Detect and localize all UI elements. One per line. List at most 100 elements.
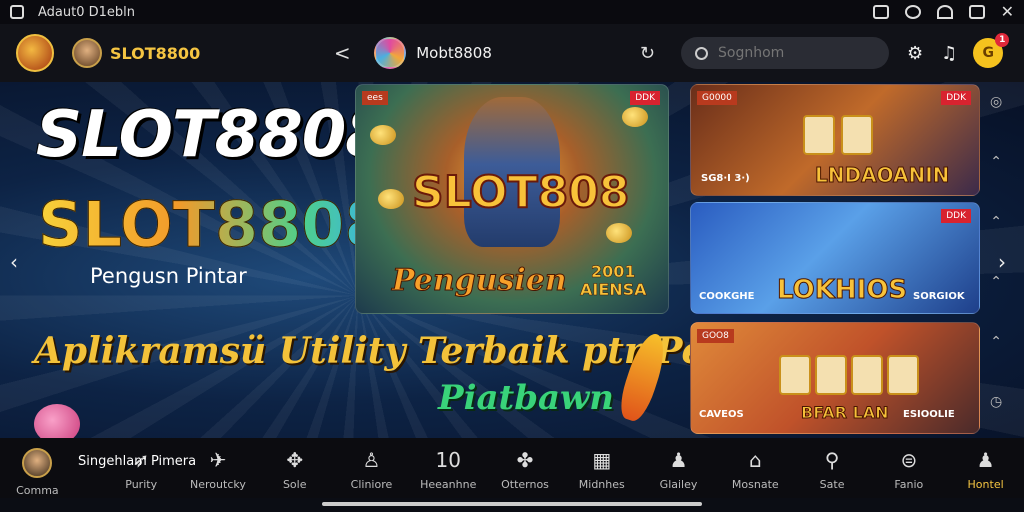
search-box[interactable] (681, 37, 889, 69)
nav-item-glailey[interactable]: ♟ Glailey (640, 448, 717, 491)
carousel-prev-icon[interactable]: ‹ (10, 250, 18, 274)
user-icon: ♙ (362, 448, 381, 472)
search-input[interactable] (718, 45, 868, 61)
status-bar: Adaut0 D1ebln ✕ (0, 0, 1024, 24)
share-icon[interactable]: < (332, 41, 352, 65)
chevron-up-icon[interactable]: ⌃ (990, 214, 1002, 230)
house-icon: ⌂ (748, 448, 762, 472)
coin-decoration (622, 107, 648, 127)
chat-icon: ♟ (669, 448, 688, 472)
notification-badge: 1 (995, 33, 1010, 47)
card-extra-line: AIENSA (580, 280, 647, 299)
wifi-icon[interactable] (936, 5, 953, 19)
profile-icon: ♟ (976, 448, 995, 472)
side-controls: ◎ ⌃ ⌃ ⌃ ⌃ ◷ (990, 94, 1002, 410)
promo-text: Singehlam Pimera (78, 454, 197, 469)
logo-icon[interactable] (16, 34, 54, 72)
site-logo-icon[interactable] (374, 37, 407, 69)
slot-reel (851, 355, 883, 395)
nav-item-fanio[interactable]: ⊜ Fanio (870, 448, 947, 491)
nav-item-mosnate[interactable]: ⌂ Mosnate (717, 448, 794, 491)
card-tag: GOO8 (697, 329, 734, 343)
card-tag: ees (362, 91, 388, 105)
card-title: LNDAOANIN (814, 163, 950, 188)
settings-icon[interactable]: ⚙ (907, 43, 923, 64)
search-icon (695, 46, 708, 60)
nav-label: Purity (125, 478, 158, 491)
clock-icon[interactable] (904, 5, 921, 19)
nav-item-sole[interactable]: ✥ Sole (256, 448, 333, 491)
nav-label: Neroutcky (190, 478, 246, 491)
coin-decoration (370, 125, 396, 145)
slot-reel (815, 355, 847, 395)
game-card-3[interactable]: GOO8 BFAR LAN CAVEOS ESIOOLIE (690, 322, 980, 434)
card-extra: 2001 AIENSA (580, 262, 647, 299)
maximize-icon[interactable] (968, 5, 985, 19)
hero-title: SLOT8808 (36, 98, 390, 172)
hero-tag: Pengusn Pintar (90, 264, 247, 288)
nav-item-midnhes[interactable]: ▦ Midnhes (563, 448, 640, 491)
nav-item-hontel[interactable]: ♟ Hontel (947, 448, 1024, 491)
hero-banner[interactable]: SLOT8808 SLOT8808 Pengusn Pintar Aplikra… (0, 82, 1024, 438)
nav-label: Sate (819, 478, 845, 491)
system-icons: ✕ (872, 4, 1014, 20)
chevron-up-icon[interactable]: ⌃ (990, 334, 1002, 350)
nav-item-heeanhne[interactable]: 10 Heeanhne (410, 448, 487, 491)
game-card-1[interactable]: G0000 DDK LNDAOANIN SG8·I 3·) (690, 84, 980, 196)
refresh-icon[interactable]: ↻ (640, 43, 655, 64)
nav-label: Midnhes (578, 478, 625, 491)
nav-label: Cliniore (350, 478, 393, 491)
nav-item-cliniore[interactable]: ♙ Cliniore (333, 448, 410, 491)
game-card-2[interactable]: DDK LOKHIOS COOKGHE SORGIOK (690, 202, 980, 314)
card-title: LOKHIOS (776, 275, 908, 306)
site-name[interactable]: Mobt8808 (416, 44, 492, 62)
coin-decoration (378, 189, 404, 209)
nav-item-otternos[interactable]: ✤ Otternos (487, 448, 564, 491)
app-icon (10, 5, 24, 19)
search-icon: ⚲ (824, 448, 840, 472)
grid-icon: ▦ (592, 448, 612, 472)
card-small-text: SG8·I 3·) (701, 173, 750, 184)
decoration-ball (34, 404, 80, 438)
nav-label: Mosnate (731, 478, 779, 491)
avatar[interactable] (72, 38, 102, 68)
hot-tag: DDK (941, 209, 971, 223)
home-indicator[interactable] (322, 502, 702, 506)
chevron-up-icon[interactable]: ⌃ (990, 274, 1002, 290)
coin-decoration (606, 223, 632, 243)
coin-button[interactable]: G 1 (973, 33, 1010, 68)
window-title: Adaut0 D1ebln (38, 4, 136, 20)
bell-icon[interactable]: ♫ (941, 43, 957, 64)
brand-name[interactable]: SLOT8800 (110, 44, 200, 63)
close-icon[interactable]: ✕ (1001, 4, 1014, 20)
chevron-up-icon[interactable]: ⌃ (990, 154, 1002, 170)
slot-reel (803, 115, 835, 155)
nav-label: Glailey (659, 478, 698, 491)
clock-icon[interactable]: ◷ (990, 394, 1002, 410)
nav-item-comma[interactable]: Comma (0, 448, 75, 497)
nav-item-sate[interactable]: ⚲ Sate (794, 448, 871, 491)
nav-label: Comma (16, 484, 59, 497)
settings-icon[interactable]: ◎ (990, 94, 1002, 110)
hero-tagline-second: Piatbawn (438, 378, 615, 418)
nav-label: Fanio (894, 478, 924, 491)
nav-label: Hontel (967, 478, 1004, 491)
card-small-text: SORGIOK (913, 291, 965, 302)
hero-subtitle: SLOT8808 (38, 188, 389, 262)
top-nav: SLOT8800 < Mobt8808 ↻ ⚙ ♫ G 1 (0, 24, 1024, 82)
basket-icon: ⊜ (900, 448, 918, 472)
card-title: SLOT808 (411, 166, 630, 219)
slot-reel (779, 355, 811, 395)
card-title: BFAR LAN (801, 403, 890, 423)
nav-label: Otternos (501, 478, 549, 491)
card-subtitle: Pengusien (392, 263, 568, 299)
card-small-text: CAVEOS (699, 409, 744, 420)
hot-tag: DDK (941, 91, 971, 105)
rocket-icon: ✈ (209, 448, 227, 472)
game-card-featured[interactable]: DDK ees SLOT808 Pengusien 2001 AIENSA (355, 84, 669, 314)
slot-reel (887, 355, 919, 395)
number-10-icon: 10 (435, 448, 461, 472)
message-icon[interactable] (872, 5, 889, 19)
avatar (22, 448, 53, 478)
hot-tag: DDK (630, 91, 660, 105)
